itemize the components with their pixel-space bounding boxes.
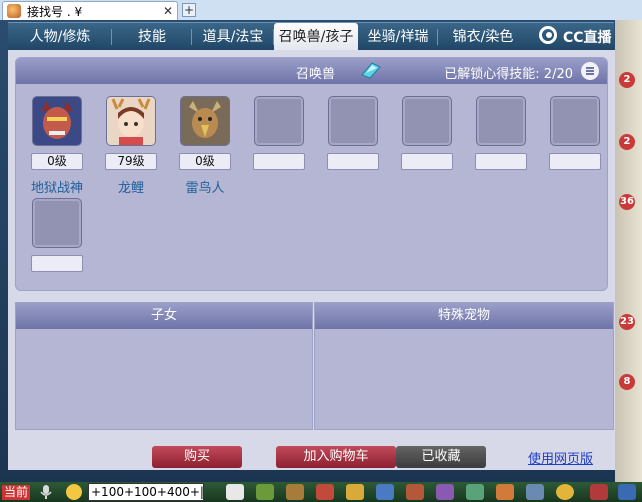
toolbar-item-icon[interactable] — [346, 484, 364, 500]
main-panel: 召唤兽 已解锁心得技能: 2/20 0级 79级 0级 地狱战神 龙鲤 雷鸟人 … — [8, 50, 615, 470]
cc-live-watermark: CC直播 — [537, 23, 617, 49]
empty-pet-slot[interactable] — [328, 96, 378, 146]
smiley-icon[interactable] — [556, 484, 574, 500]
pet-name[interactable]: 地狱战神 — [22, 177, 92, 196]
pet-level — [549, 153, 601, 170]
tab-summons[interactable]: 召唤兽/孩子 — [274, 23, 358, 51]
summon-header: 召唤兽 已解锁心得技能: 2/20 — [16, 58, 607, 84]
pet-slot[interactable] — [32, 96, 82, 146]
side-badge[interactable]: 23 — [619, 314, 635, 330]
chat-input[interactable]: +100+100+400+| — [88, 483, 204, 501]
tab-costumes[interactable]: 锦衣/染色 — [438, 23, 528, 51]
empty-pet-slot[interactable] — [254, 96, 304, 146]
tab-character[interactable]: 人物/修炼 — [8, 23, 112, 51]
favorited-button[interactable]: 已收藏 — [396, 446, 486, 468]
special-pets-section: 特殊宠物 — [314, 302, 614, 430]
summon-panel: 召唤兽 已解锁心得技能: 2/20 0级 79级 0级 地狱战神 龙鲤 雷鸟人 — [15, 57, 608, 291]
toolbar-item-icon[interactable] — [436, 484, 454, 500]
gem-icon — [361, 62, 381, 79]
pet-level: 79级 — [105, 153, 157, 170]
children-header: 子女 — [16, 303, 312, 329]
pet-name[interactable]: 雷鸟人 — [170, 177, 240, 196]
children-section: 子女 — [15, 302, 313, 430]
buy-button[interactable]: 购买 — [152, 446, 242, 468]
empty-pet-slot[interactable] — [550, 96, 600, 146]
pet-slot[interactable] — [180, 96, 230, 146]
microphone-icon[interactable] — [40, 484, 52, 500]
unlocked-skills-count: 2/20 — [543, 67, 573, 82]
category-tabs: 人物/修炼 技能 道具/法宝 召唤兽/孩子 坐骑/祥瑞 锦衣/染色 — [8, 22, 614, 51]
demon-avatar-icon — [33, 97, 81, 145]
emoji-icon[interactable] — [66, 484, 82, 500]
browser-tab-strip: 接找号 . ¥ ✕ + — [0, 0, 642, 21]
side-badge[interactable]: 36 — [619, 194, 635, 210]
empty-pet-slot[interactable] — [32, 198, 82, 248]
pet-name[interactable]: 龙鲤 — [96, 177, 166, 196]
toolbar-item-icon[interactable] — [316, 484, 334, 500]
panda-icon[interactable] — [226, 484, 244, 500]
pet-level — [31, 255, 83, 272]
side-chat-strip — [615, 20, 642, 482]
use-web-version-link[interactable]: 使用网页版 — [528, 448, 593, 467]
pet-level — [475, 153, 527, 170]
side-badge[interactable]: 2 — [619, 72, 635, 88]
pet-level — [253, 153, 305, 170]
pet-level: 0级 — [179, 153, 231, 170]
pet-level — [401, 153, 453, 170]
thunderbird-avatar-icon — [181, 97, 229, 145]
toolbar-item-icon[interactable] — [286, 484, 304, 500]
side-badge[interactable]: 2 — [619, 134, 635, 150]
toolbar-item-icon[interactable] — [496, 484, 514, 500]
tab-mounts[interactable]: 坐骑/祥瑞 — [358, 23, 438, 51]
browser-tab-title: 接找号 . ¥ — [27, 5, 83, 19]
favicon-icon — [7, 4, 21, 18]
new-tab-button[interactable]: + — [182, 3, 196, 17]
toolbar-item-icon[interactable] — [256, 484, 274, 500]
toolbar-item-icon[interactable] — [376, 484, 394, 500]
summon-title: 召唤兽 — [296, 67, 336, 82]
toolbar-item-icon[interactable] — [526, 484, 544, 500]
tab-items[interactable]: 道具/法宝 — [192, 23, 274, 51]
toolbar-item-icon[interactable] — [618, 484, 636, 500]
tab-skills[interactable]: 技能 — [112, 23, 192, 51]
current-channel-label[interactable]: 当前 — [2, 485, 31, 500]
empty-pet-slot[interactable] — [476, 96, 526, 146]
unlocked-skills-label: 已解锁心得技能: 2/20 — [444, 67, 573, 82]
side-badge[interactable]: 8 — [619, 374, 635, 390]
pet-level: 0级 — [31, 153, 83, 170]
add-to-cart-button[interactable]: 加入购物车 — [276, 446, 396, 468]
close-tab-icon[interactable]: ✕ — [163, 4, 173, 18]
browser-tab[interactable]: 接找号 . ¥ ✕ — [2, 1, 178, 20]
empty-pet-slot[interactable] — [402, 96, 452, 146]
toolbar-item-icon[interactable] — [466, 484, 484, 500]
pet-level — [327, 153, 379, 170]
watermark-text: CC直播 — [563, 30, 612, 46]
list-icon[interactable] — [581, 62, 599, 80]
cc-logo-icon — [539, 26, 557, 44]
toolbar-item-icon[interactable] — [590, 484, 608, 500]
girl-avatar-icon — [107, 97, 155, 145]
special-pets-header: 特殊宠物 — [315, 303, 613, 329]
pet-slot[interactable] — [106, 96, 156, 146]
toolbar-item-icon[interactable] — [406, 484, 424, 500]
